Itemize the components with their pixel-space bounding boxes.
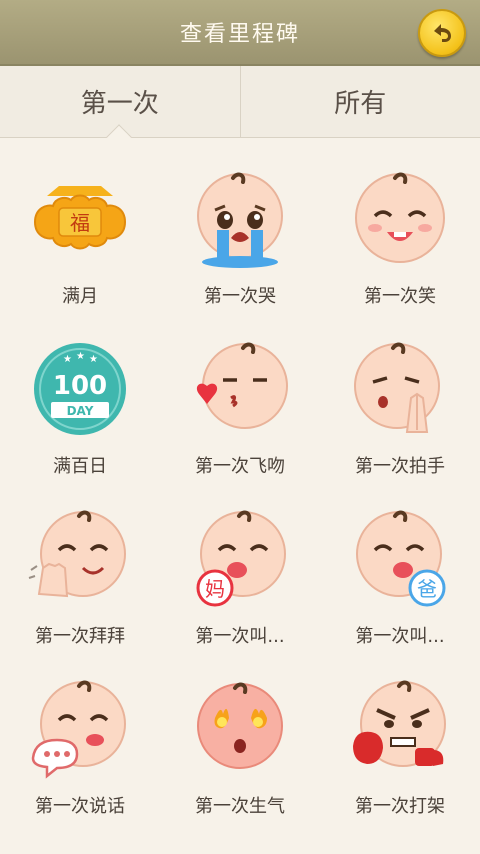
tab-bar: 第一次 所有 xyxy=(0,66,480,150)
milestone-item-first-clap[interactable]: 第一次拍手 xyxy=(320,320,480,490)
milestone-item-first-laugh[interactable]: 第一次笑 xyxy=(320,150,480,320)
milestone-item-first-call-mom[interactable]: 妈 第一次叫... xyxy=(160,490,320,660)
active-tab-indicator xyxy=(106,124,132,150)
laughing-baby-icon xyxy=(345,164,455,274)
dad-character: 爸 xyxy=(417,577,437,601)
milestone-label: 第一次拍手 xyxy=(355,456,445,477)
tab-label: 第一次 xyxy=(80,89,159,119)
milestone-item-first-kiss[interactable]: 第一次飞吻 xyxy=(160,320,320,490)
page-title: 查看里程碑 xyxy=(179,22,300,47)
milestone-label: 满月 xyxy=(62,286,98,307)
milestone-item-full-month[interactable]: 福 满月 xyxy=(0,150,160,320)
fu-character: 福 xyxy=(70,211,90,235)
milestone-item-first-wave[interactable]: 第一次拜拜 xyxy=(0,490,160,660)
milestone-item-first-call-dad[interactable]: 爸 第一次叫... xyxy=(320,490,480,660)
baby-says-mom-icon: 妈 xyxy=(185,504,295,614)
svg-text:★: ★ xyxy=(63,354,72,365)
milestone-label: 第一次笑 xyxy=(364,286,436,307)
milestone-label: 第一次说话 xyxy=(35,796,125,817)
milestone-item-100-days[interactable]: ★ ★ ★ 100 DAY 满百日 xyxy=(0,320,160,490)
milestone-label: 满百日 xyxy=(53,456,107,477)
milestone-item-first-cry[interactable]: 第一次哭 xyxy=(160,150,320,320)
mom-character: 妈 xyxy=(205,577,225,601)
back-button[interactable] xyxy=(418,9,466,57)
fu-badge-icon: 福 xyxy=(25,164,135,274)
tab-label: 所有 xyxy=(334,89,387,119)
crying-baby-icon xyxy=(185,164,295,274)
milestone-label: 第一次拜拜 xyxy=(35,626,125,647)
milestone-item-first-fight[interactable]: 第一次打架 xyxy=(320,660,480,830)
talking-baby-icon xyxy=(25,674,135,784)
milestone-label: 第一次生气 xyxy=(195,796,285,817)
svg-text:★: ★ xyxy=(76,351,85,362)
svg-text:★: ★ xyxy=(89,354,98,365)
header-bar: 查看里程碑 xyxy=(0,0,480,66)
milestone-label: 第一次哭 xyxy=(204,286,276,307)
milestone-item-first-angry[interactable]: 第一次生气 xyxy=(160,660,320,830)
baby-says-dad-icon: 爸 xyxy=(345,504,455,614)
kissing-baby-icon xyxy=(185,334,295,444)
tab-all[interactable]: 所有 xyxy=(241,66,480,137)
milestone-grid: 福 满月 第一次哭 第一次笑 ★ ★ ★ 100 DAY 满百日 第一次飞吻 第… xyxy=(0,150,480,830)
clapping-baby-icon xyxy=(345,334,455,444)
angry-baby-icon xyxy=(185,674,295,784)
milestone-label: 第一次叫... xyxy=(355,626,445,647)
day-text: DAY xyxy=(67,404,94,418)
tab-first-time[interactable]: 第一次 xyxy=(0,66,241,150)
100-number: 100 xyxy=(53,371,107,401)
100-day-badge-icon: ★ ★ ★ 100 DAY xyxy=(25,334,135,444)
milestone-label: 第一次飞吻 xyxy=(195,456,285,477)
back-arrow-icon xyxy=(434,24,451,42)
milestone-label: 第一次打架 xyxy=(355,796,445,817)
fighting-baby-icon xyxy=(345,674,455,784)
waving-baby-icon xyxy=(25,504,135,614)
milestone-label: 第一次叫... xyxy=(195,626,285,647)
milestone-item-first-talk[interactable]: 第一次说话 xyxy=(0,660,160,830)
